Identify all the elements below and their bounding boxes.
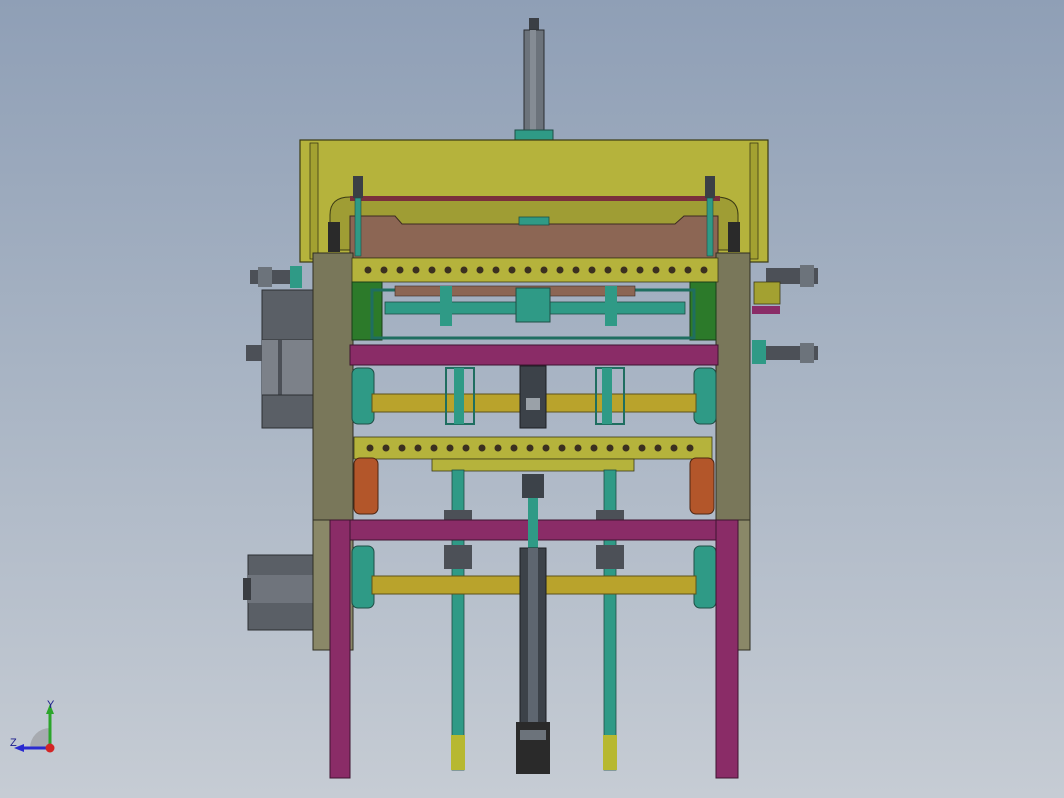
upper-teeth-row <box>351 257 719 283</box>
cad-assembly-drawing[interactable]: Y Z <box>0 0 1064 798</box>
upper-beam <box>349 344 719 366</box>
lower-left-motor <box>243 554 315 631</box>
upper-left-motor <box>246 289 315 429</box>
cad-viewport[interactable]: Y Z <box>0 0 1064 798</box>
middle-teeth-row <box>353 436 713 472</box>
triad-y-label: Y <box>47 699 55 711</box>
central-cylinder <box>516 474 550 774</box>
upper-shaft-assembly <box>351 365 717 429</box>
coordinate-triad-icon: Y Z <box>10 699 55 753</box>
triad-z-label: Z <box>10 737 17 749</box>
upper-roller-assembly <box>351 281 717 341</box>
top-cylinder-rod <box>514 18 554 143</box>
